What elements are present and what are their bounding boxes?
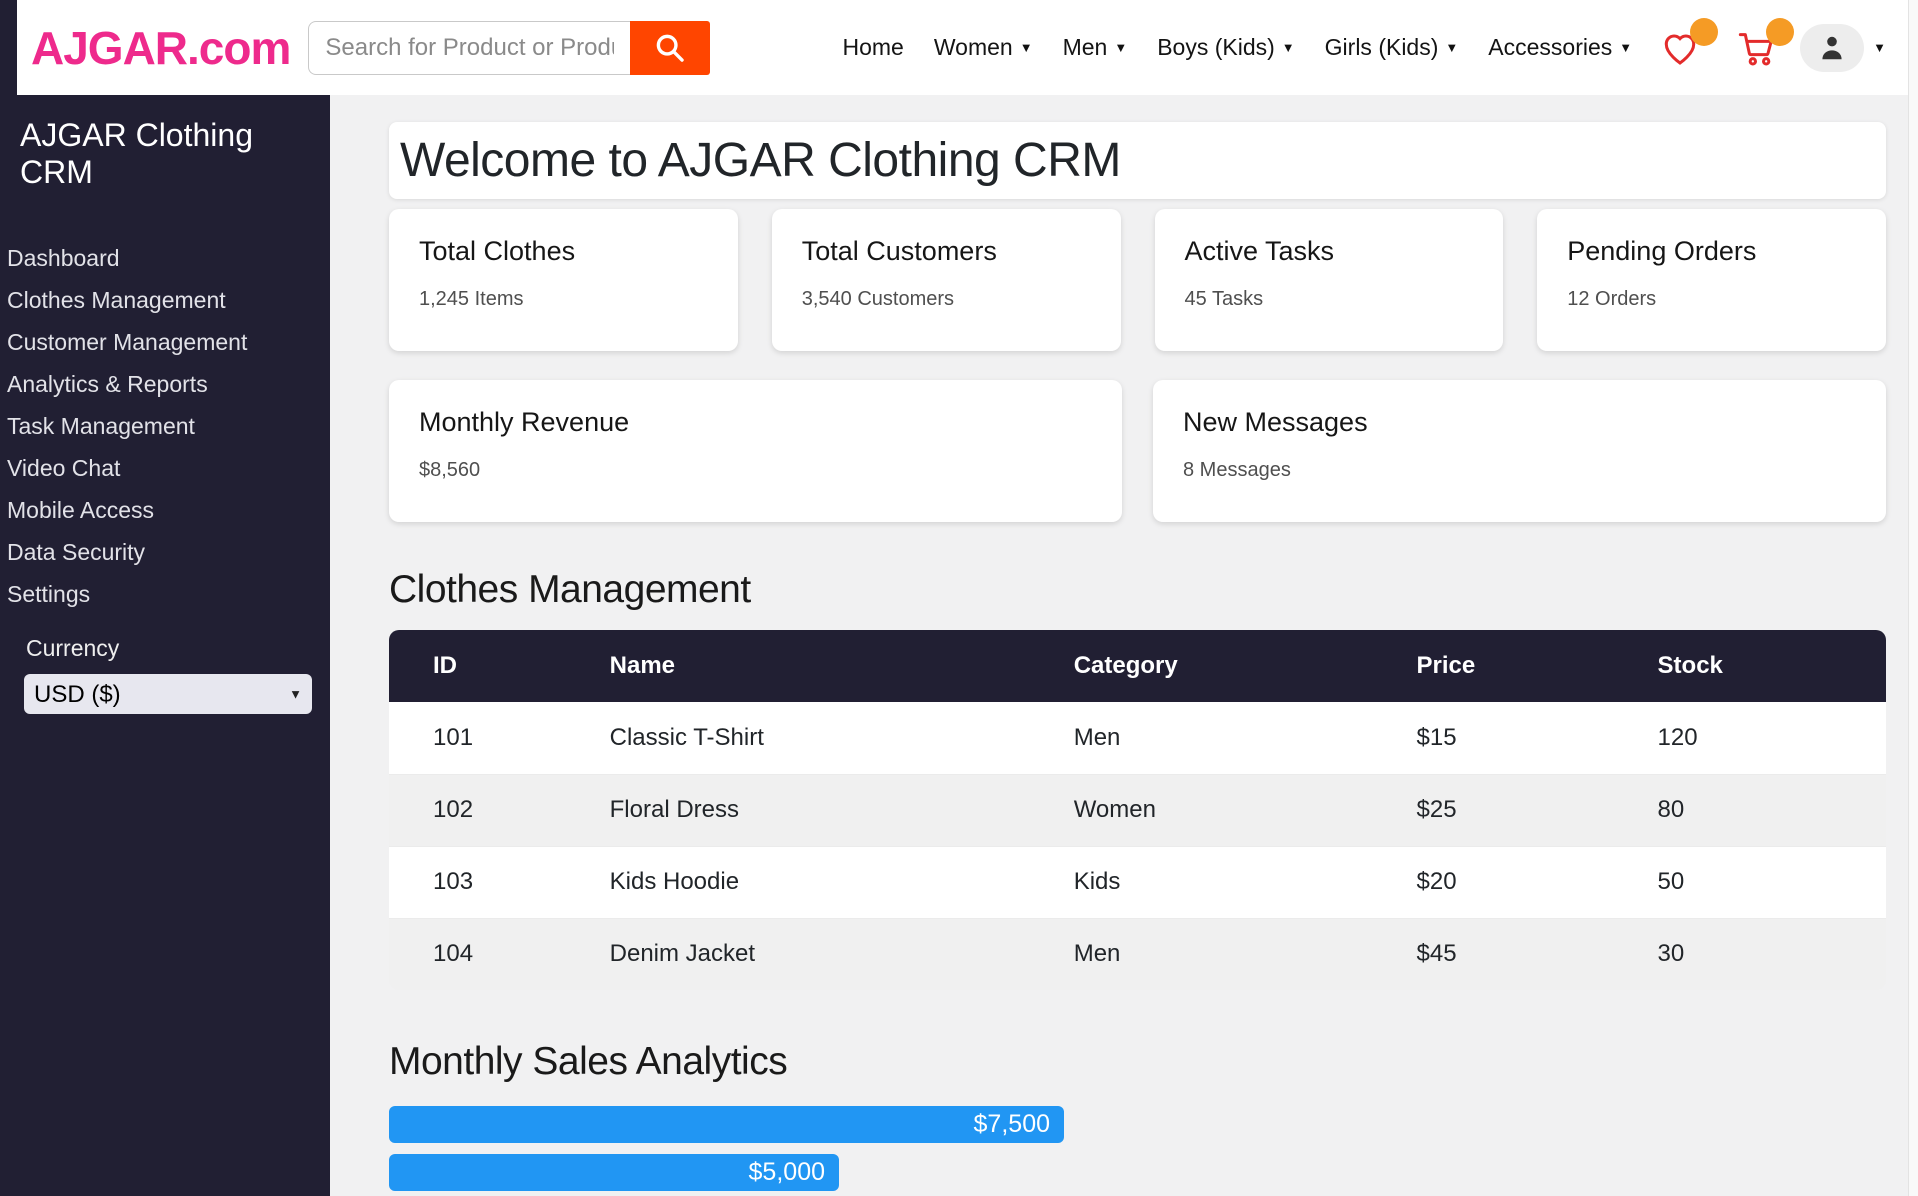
page-scrollbar[interactable] [1908,0,1918,1196]
sales-bar: $5,000 [389,1154,839,1191]
chevron-down-icon: ▼ [1619,41,1632,54]
chevron-down-icon: ▼ [1445,41,1458,54]
chevron-down-icon: ▼ [1114,41,1127,54]
main-nav: Home Women▼ Men▼ Boys (Kids)▼ Girls (Kid… [843,34,1633,61]
stat-card-pending-orders: Pending Orders 12 Orders [1537,209,1886,351]
col-header-name: Name [566,630,1030,702]
table-row: 102 Floral Dress Women $25 80 [389,774,1886,846]
sidebar-title: AJGAR Clothing CRM [0,117,330,191]
col-header-price: Price [1373,630,1614,702]
nav-item-accessories[interactable]: Accessories▼ [1488,34,1632,61]
sidebar-item-mobile-access[interactable]: Mobile Access [0,489,330,531]
main-content: Welcome to AJGAR Clothing CRM Total Clot… [330,95,1908,1196]
chevron-down-icon: ▼ [1020,41,1033,54]
wishlist-button[interactable] [1658,28,1702,68]
nav-item-men[interactable]: Men▼ [1063,34,1128,61]
clothes-section-heading: Clothes Management [389,568,1886,612]
cart-badge [1766,18,1794,46]
stat-card-monthly-revenue: Monthly Revenue $8,560 [389,380,1122,522]
sidebar-item-task-management[interactable]: Task Management [0,405,330,447]
clothes-table: ID Name Category Price Stock 101 Classic… [389,630,1886,990]
stat-card-total-customers: Total Customers 3,540 Customers [772,209,1121,351]
sidebar-menu: Dashboard Clothes Management Customer Ma… [0,237,330,615]
col-header-id: ID [389,630,566,702]
cart-button[interactable] [1736,28,1778,68]
sidebar-item-data-security[interactable]: Data Security [0,531,330,573]
currency-select[interactable]: USD ($) [24,674,312,714]
stat-card-active-tasks: Active Tasks 45 Tasks [1155,209,1504,351]
currency-block: Currency USD ($) ▼ [0,635,330,714]
currency-label: Currency [24,635,330,662]
chevron-down-icon: ▼ [1282,41,1295,54]
search-icon [653,31,687,65]
search-input[interactable] [308,21,630,75]
stats-row: Total Clothes 1,245 Items Total Customer… [389,209,1886,351]
search-button[interactable] [630,21,710,75]
user-menu-button[interactable] [1800,24,1864,72]
col-header-stock: Stock [1614,630,1886,702]
stat-card-new-messages: New Messages 8 Messages [1153,380,1886,522]
wishlist-badge [1690,18,1718,46]
sidebar: AJGAR Clothing CRM Dashboard Clothes Man… [0,95,330,1196]
sales-bar-chart: $7,500 $5,000 [389,1106,1886,1191]
sidebar-item-video-chat[interactable]: Video Chat [0,447,330,489]
sidebar-item-clothes-management[interactable]: Clothes Management [0,279,330,321]
table-row: 104 Denim Jacket Men $45 30 [389,918,1886,990]
table-row: 103 Kids Hoodie Kids $20 50 [389,846,1886,918]
user-icon [1816,32,1848,64]
table-header-row: ID Name Category Price Stock [389,630,1886,702]
table-row: 101 Classic T-Shirt Men $15 120 [389,702,1886,774]
page-title: Welcome to AJGAR Clothing CRM [400,133,1121,188]
chevron-down-icon[interactable]: ▼ [1873,41,1886,54]
brand-logo[interactable]: AJGAR.com [31,21,290,75]
col-header-category: Category [1030,630,1373,702]
sidebar-item-dashboard[interactable]: Dashboard [0,237,330,279]
search-group [308,21,710,75]
sales-bar: $7,500 [389,1106,1064,1143]
nav-item-boys-kids[interactable]: Boys (Kids)▼ [1157,34,1294,61]
sidebar-item-customer-management[interactable]: Customer Management [0,321,330,363]
welcome-banner: Welcome to AJGAR Clothing CRM [389,122,1886,199]
analytics-section-heading: Monthly Sales Analytics [389,1040,1886,1084]
nav-item-girls-kids[interactable]: Girls (Kids)▼ [1325,34,1459,61]
stats-row-2: Monthly Revenue $8,560 New Messages 8 Me… [389,380,1886,522]
stat-card-total-clothes: Total Clothes 1,245 Items [389,209,738,351]
top-navbar: AJGAR.com Home Women▼ Men▼ Boys (Kids)▼ … [17,0,1908,95]
sidebar-item-analytics-reports[interactable]: Analytics & Reports [0,363,330,405]
sidebar-item-settings[interactable]: Settings [0,573,330,615]
nav-item-home[interactable]: Home [843,34,904,61]
nav-item-women[interactable]: Women▼ [934,34,1033,61]
